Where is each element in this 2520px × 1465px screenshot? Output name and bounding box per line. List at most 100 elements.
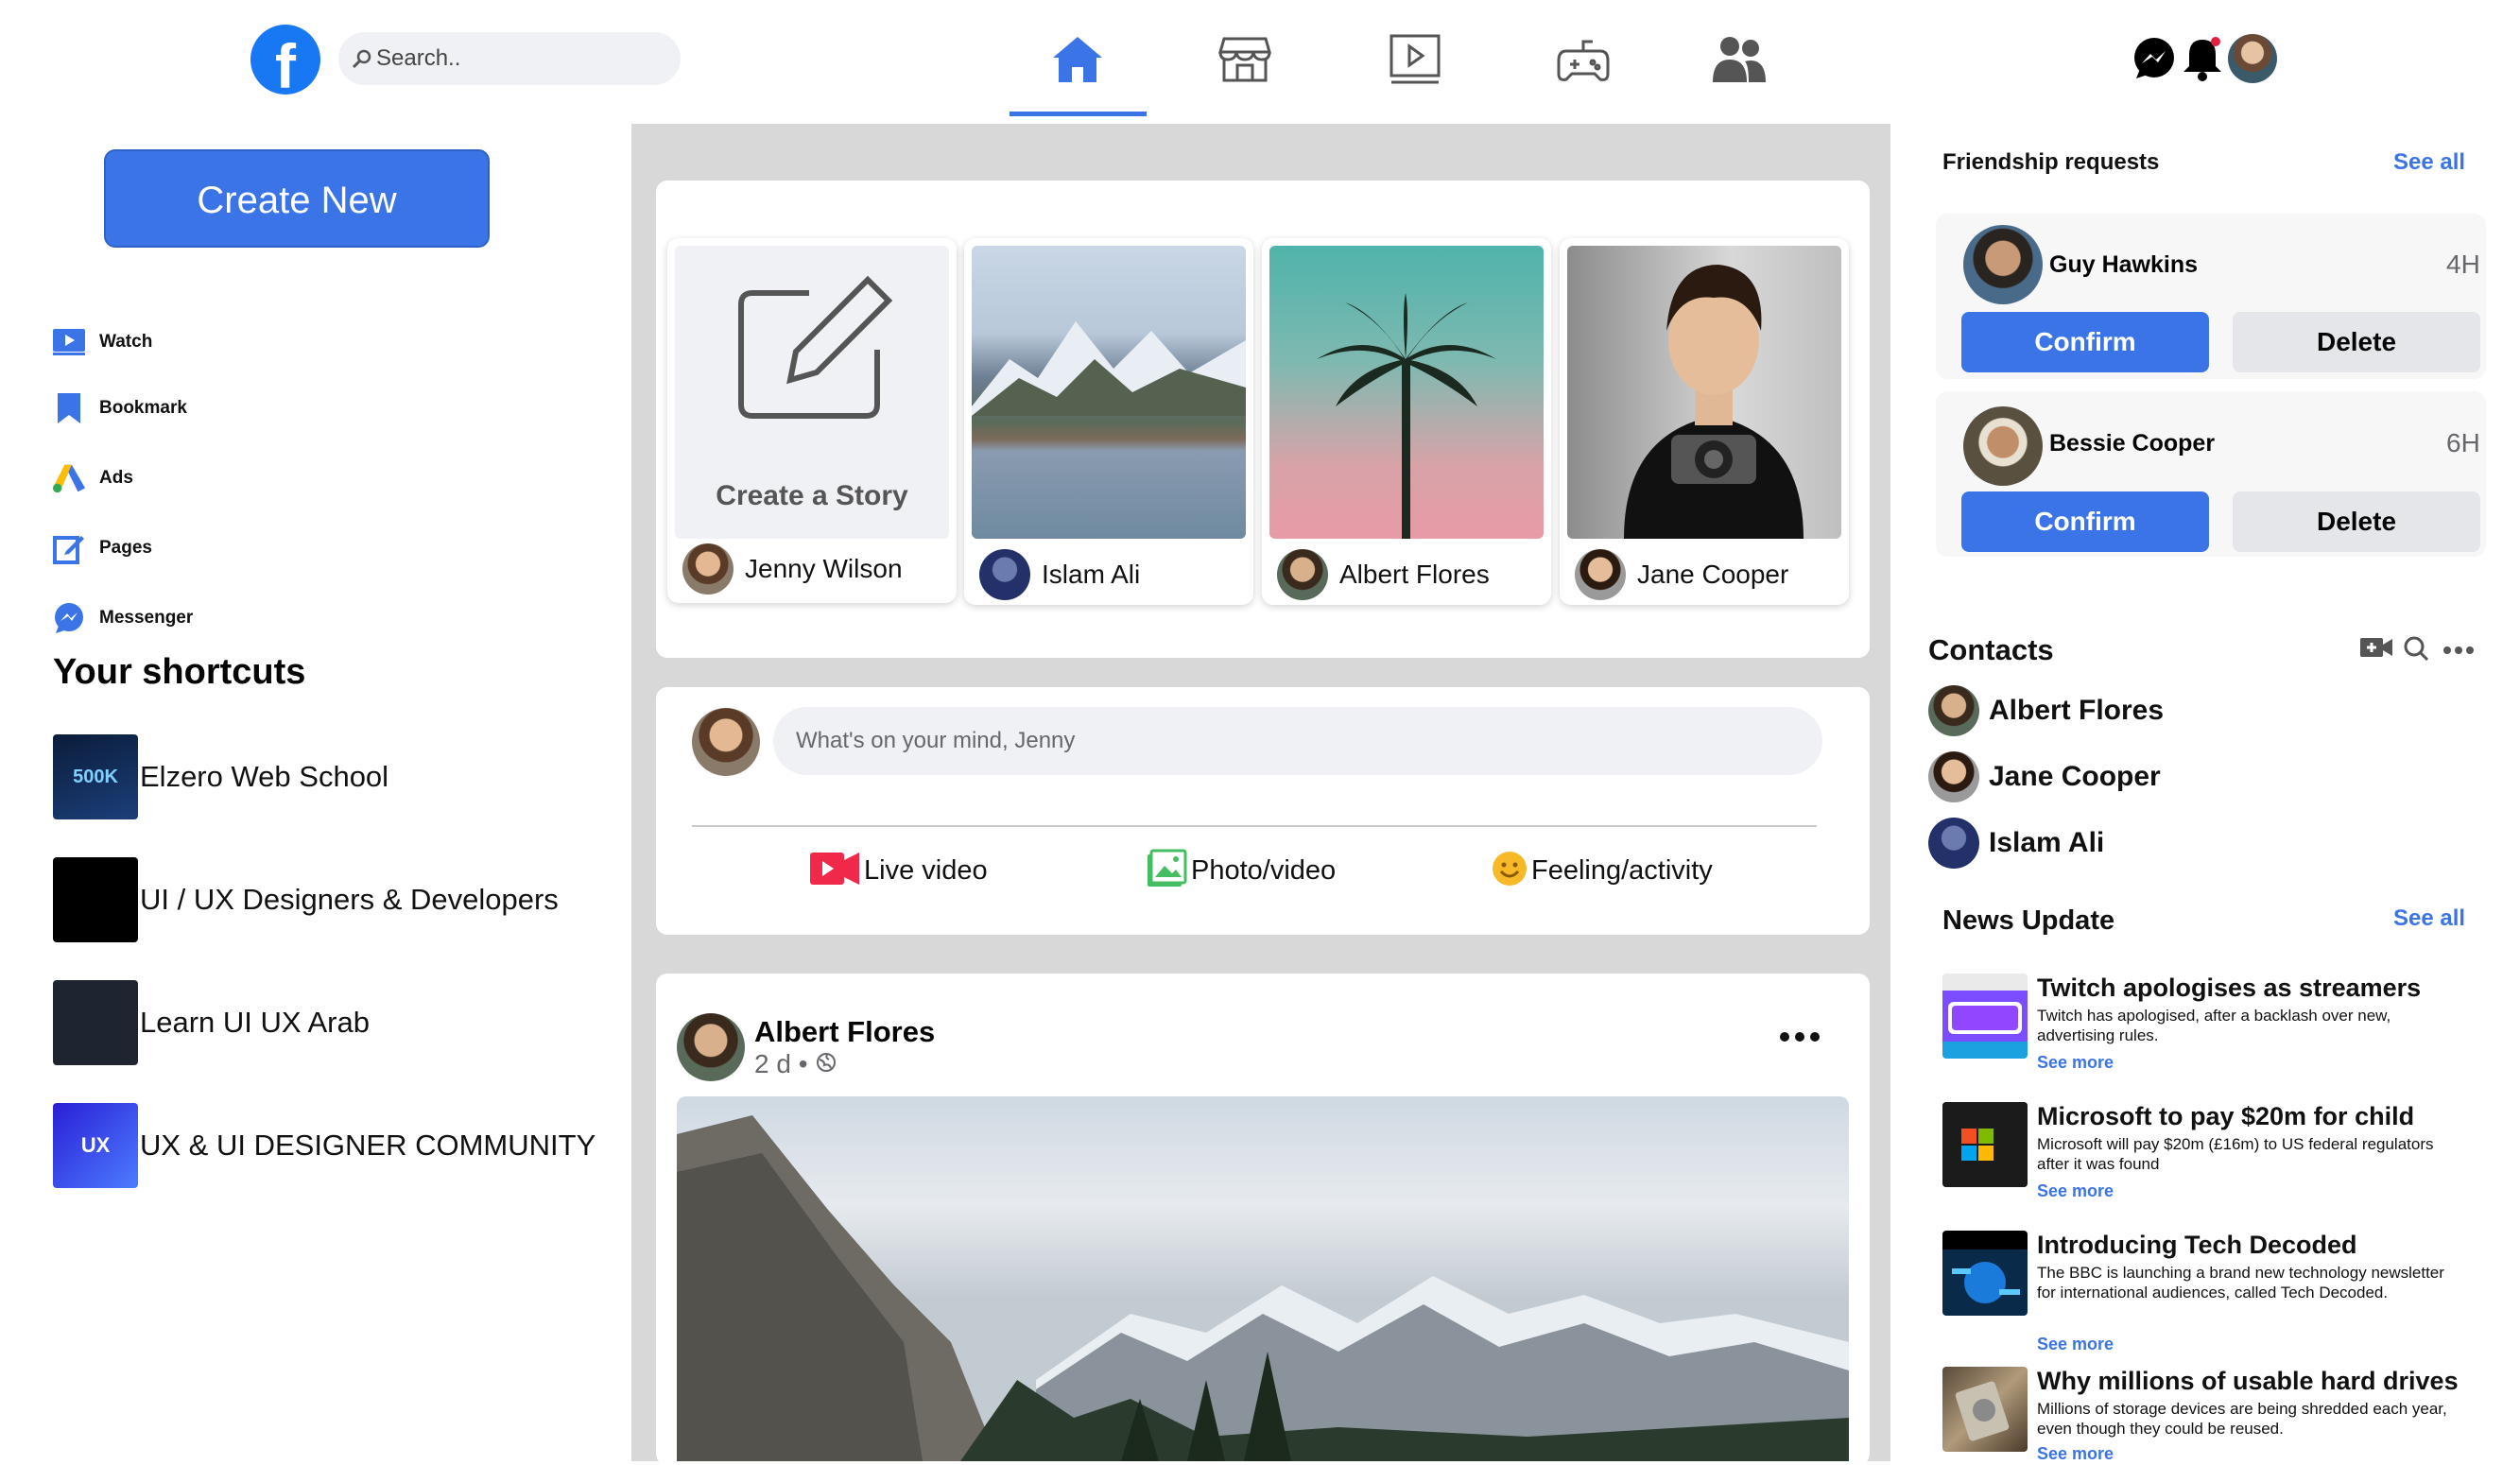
- sidebar-item-label: Bookmark: [99, 398, 187, 418]
- search-icon: [348, 44, 376, 73]
- avatar: [682, 543, 734, 595]
- see-more-link[interactable]: See more: [2037, 1181, 2114, 1201]
- sidebar-item-ads[interactable]: Ads: [52, 459, 133, 497]
- more-options-icon[interactable]: [2442, 643, 2475, 660]
- sidebar-item-label: Watch: [99, 332, 153, 352]
- sidebar-item-messenger[interactable]: Messenger: [52, 599, 193, 637]
- news-item[interactable]: Why millions of usable hard drives Milli…: [1942, 1367, 2491, 1463]
- shortcut-item[interactable]: Learn UI UX Arab: [53, 979, 370, 1066]
- news-see-all[interactable]: See all: [2393, 905, 2465, 932]
- groups-icon[interactable]: [1706, 26, 1772, 93]
- messenger-icon[interactable]: [2132, 32, 2177, 85]
- news-description: Microsoft will pay $20m (£16m) to US fed…: [2037, 1135, 2434, 1173]
- post-author[interactable]: Albert Flores: [754, 1015, 935, 1049]
- gaming-icon[interactable]: [1550, 26, 1616, 93]
- search-box[interactable]: [338, 32, 681, 85]
- logo-letter: f: [275, 31, 296, 95]
- post-time: 2 d •: [754, 1049, 808, 1078]
- news-title: News Update: [1942, 905, 2115, 936]
- shortcut-thumbnail: 500K: [53, 734, 138, 819]
- sidebar-item-pages[interactable]: Pages: [52, 529, 152, 567]
- confirm-button[interactable]: Confirm: [1961, 491, 2209, 552]
- story-author: Albert Flores: [1277, 548, 1490, 601]
- live-video-icon: [809, 851, 860, 891]
- shortcuts-title: Your shortcuts: [53, 652, 306, 692]
- contact-item[interactable]: Jane Cooper: [1928, 750, 2161, 803]
- shortcut-label: Learn UI UX Arab: [140, 1006, 370, 1039]
- avatar[interactable]: [1963, 406, 2043, 486]
- story-card[interactable]: Islam Ali: [964, 238, 1253, 605]
- facebook-logo[interactable]: f: [250, 25, 320, 95]
- contact-item[interactable]: Islam Ali: [1928, 817, 2104, 870]
- avatar: [979, 549, 1030, 600]
- bell-icon[interactable]: [2180, 32, 2225, 85]
- watch-icon[interactable]: [1382, 26, 1448, 93]
- avatar: [1928, 685, 1979, 736]
- news-headline[interactable]: Why millions of usable hard drives: [2037, 1367, 2459, 1396]
- contact-name: Jane Cooper: [1989, 761, 2161, 792]
- news-item[interactable]: Microsoft to pay $20m for child Microsof…: [1942, 1102, 2491, 1206]
- see-more-link[interactable]: See more: [2037, 1053, 2114, 1073]
- story-card[interactable]: Jane Cooper: [1560, 238, 1849, 605]
- avatar[interactable]: [1963, 225, 2043, 304]
- requester-name[interactable]: Bessie Cooper: [2049, 430, 2215, 457]
- avatar: [1277, 549, 1328, 600]
- home-icon[interactable]: [1044, 26, 1111, 93]
- photo-video-button[interactable]: Photo/video: [1146, 847, 1336, 894]
- news-item[interactable]: Introducing Tech Decoded The BBC is laun…: [1942, 1231, 2491, 1353]
- avatar: [692, 708, 760, 776]
- post-meta: 2 d •: [754, 1049, 837, 1079]
- story-image-mountain-lake: [972, 246, 1246, 539]
- news-thumbnail: [1942, 1102, 2028, 1187]
- story-image-palm-tree: [1269, 246, 1544, 539]
- avatar: [1575, 549, 1626, 600]
- news-thumbnail: [1942, 1231, 2028, 1316]
- contact-item[interactable]: Albert Flores: [1928, 684, 2164, 737]
- composer-divider: [692, 825, 1817, 827]
- watch-icon: [52, 325, 86, 359]
- sidebar-item-label: Ads: [99, 468, 133, 488]
- more-options-icon[interactable]: [1779, 1030, 1824, 1049]
- request-time: 6H: [2446, 428, 2480, 457]
- requester-name[interactable]: Guy Hawkins: [2049, 251, 2198, 279]
- marketplace-icon[interactable]: [1212, 26, 1278, 93]
- sidebar-item-watch[interactable]: Watch: [52, 323, 152, 361]
- search-icon[interactable]: [2403, 635, 2429, 666]
- globe-icon: [816, 1049, 837, 1079]
- news-description: Millions of storage devices are being sh…: [2037, 1400, 2447, 1438]
- news-thumbnail: [1942, 1367, 2028, 1452]
- confirm-button[interactable]: Confirm: [1961, 312, 2209, 372]
- news-headline[interactable]: Microsoft to pay $20m for child: [2037, 1102, 2414, 1131]
- shortcut-item[interactable]: UI / UX Designers & Developers: [53, 856, 559, 943]
- thumbnail-text: UX: [80, 1133, 111, 1157]
- avatar[interactable]: [677, 1013, 745, 1081]
- sidebar-item-label: Pages: [99, 538, 152, 558]
- delete-button[interactable]: Delete: [2233, 312, 2480, 372]
- live-video-button[interactable]: Live video: [809, 847, 988, 894]
- friend-requests-see-all[interactable]: See all: [2393, 149, 2465, 176]
- news-description: The BBC is launching a brand new technol…: [2037, 1264, 2444, 1301]
- shortcut-item[interactable]: UX UX & UI DESIGNER COMMUNITY: [53, 1102, 595, 1189]
- story-author-name: Jenny Wilson: [745, 554, 903, 583]
- thumbnail-text: 500K: [73, 766, 118, 787]
- post-image-mountains[interactable]: [677, 1096, 1849, 1461]
- video-call-icon[interactable]: [2359, 635, 2393, 664]
- shortcut-item[interactable]: 500K Elzero Web School: [53, 733, 388, 820]
- live-video-label: Live video: [864, 854, 988, 886]
- feeling-activity-button[interactable]: Feeling/activity: [1492, 847, 1713, 894]
- shortcut-label: Elzero Web School: [140, 760, 389, 793]
- search-input[interactable]: [376, 45, 660, 72]
- see-more-link[interactable]: See more: [2037, 1335, 2114, 1354]
- story-author-name: Islam Ali: [1042, 560, 1141, 589]
- create-story-card[interactable]: Create a Story Jenny Wilson: [667, 238, 957, 603]
- composer-input[interactable]: [773, 707, 1822, 775]
- news-headline[interactable]: Introducing Tech Decoded: [2037, 1231, 2357, 1260]
- news-headline[interactable]: Twitch apologises as streamers: [2037, 974, 2421, 1003]
- sidebar-item-bookmark[interactable]: Bookmark: [52, 389, 187, 427]
- create-new-button[interactable]: Create New: [104, 149, 490, 248]
- news-item[interactable]: Twitch apologises as streamers Twitch ha…: [1942, 974, 2491, 1077]
- profile-avatar[interactable]: [2227, 32, 2278, 85]
- story-card[interactable]: Albert Flores: [1262, 238, 1551, 605]
- story-author: Jane Cooper: [1575, 548, 1788, 601]
- delete-button[interactable]: Delete: [2233, 491, 2480, 552]
